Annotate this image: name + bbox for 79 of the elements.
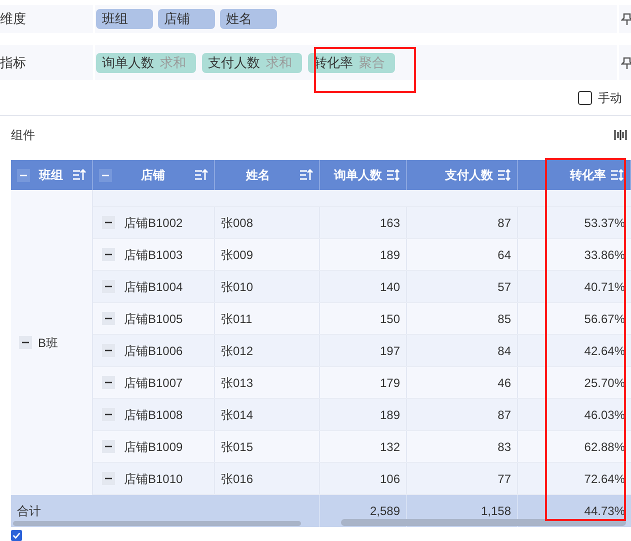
collapse-icon[interactable] xyxy=(102,280,115,293)
pin-icon[interactable] xyxy=(621,12,631,26)
sort-ascending-icon[interactable] xyxy=(194,169,208,181)
total-cell-text: 44.73% xyxy=(583,503,626,520)
store-name: 店铺B1005 xyxy=(124,310,183,328)
table-cell: 46 xyxy=(407,367,518,398)
measure-chip[interactable]: 询单人数 求和 xyxy=(96,52,196,72)
dimension-chip[interactable]: 班组 xyxy=(96,9,153,29)
table-cell-text: 33.86% xyxy=(583,246,626,264)
collapse-icon[interactable] xyxy=(102,472,115,485)
store-name: 店铺B1002 xyxy=(124,214,183,232)
table-cell: 163 xyxy=(320,207,407,238)
table-cell: 77 xyxy=(407,463,518,494)
collapse-icon[interactable] xyxy=(102,376,115,389)
table-cell: 64 xyxy=(407,239,518,270)
store-name: 店铺B1010 xyxy=(124,470,183,488)
sort-ascending-icon[interactable] xyxy=(72,169,86,181)
table-cell-text: 56.67% xyxy=(583,310,626,328)
scrollbar[interactable] xyxy=(13,521,301,526)
scrollbar[interactable] xyxy=(341,519,626,526)
measure-chip[interactable]: 支付人数 求和 xyxy=(202,52,302,72)
sort-icon[interactable] xyxy=(497,169,511,181)
column-settings-icon[interactable] xyxy=(614,129,627,141)
store-name: 店铺B1004 xyxy=(124,278,183,296)
table-cell-text: 72.64% xyxy=(583,470,626,488)
table-cell: 197 xyxy=(320,335,407,366)
table-cell: 张009 xyxy=(215,239,320,270)
table-cell-text: 62.88% xyxy=(583,438,626,456)
collapse-icon[interactable] xyxy=(102,440,115,453)
table-cell-text: 40.71% xyxy=(583,278,626,296)
section-label: 维度 xyxy=(0,10,27,28)
store-name: 店铺B1009 xyxy=(124,438,183,456)
table-cell: 张016 xyxy=(215,463,320,494)
table-cell: 张008 xyxy=(215,207,320,238)
table-cell: 140 xyxy=(320,271,407,302)
section-label: 指标 xyxy=(0,54,27,72)
section-title: 组件 xyxy=(11,127,35,144)
checkbox[interactable] xyxy=(11,530,22,541)
table-cell: 189 xyxy=(320,399,407,430)
table-cell: 张010 xyxy=(215,271,320,302)
collapse-icon[interactable] xyxy=(102,248,115,261)
checkbox-label: 手动 xyxy=(598,90,623,106)
collapse-icon[interactable] xyxy=(102,216,115,229)
table-cell: 85 xyxy=(407,303,518,334)
store-name: 店铺B1003 xyxy=(124,246,183,264)
table-cell: 张013 xyxy=(215,367,320,398)
group-label: B班 xyxy=(38,334,58,352)
table-cell: 189 xyxy=(320,239,407,270)
dimension-chip[interactable]: 姓名 xyxy=(220,9,277,29)
table-cell-text: 42.64% xyxy=(583,342,626,360)
table-cell: 87 xyxy=(407,399,518,430)
table-cell: 106 xyxy=(320,463,407,494)
table-cell: 84 xyxy=(407,335,518,366)
store-name: 店铺B1008 xyxy=(124,406,183,424)
collapse-icon[interactable] xyxy=(102,344,115,357)
collapse-icon[interactable] xyxy=(19,336,32,349)
table-cell: 张014 xyxy=(215,399,320,430)
store-name: 店铺B1007 xyxy=(124,374,183,392)
collapse-icon[interactable] xyxy=(102,312,115,325)
pin-icon[interactable] xyxy=(621,56,631,70)
table-cell: 87 xyxy=(407,207,518,238)
sort-icon[interactable] xyxy=(386,169,400,181)
table-cell: 张012 xyxy=(215,335,320,366)
table-cell: 张015 xyxy=(215,431,320,462)
table-cell: 57 xyxy=(407,271,518,302)
table-cell-text: 25.70% xyxy=(583,374,626,392)
table-cell: 150 xyxy=(320,303,407,334)
table-cell: 132 xyxy=(320,431,407,462)
collapse-icon[interactable] xyxy=(102,408,115,421)
table-cell: 张011 xyxy=(215,303,320,334)
sort-ascending-icon[interactable] xyxy=(299,169,313,181)
table-cell-text: 53.37% xyxy=(583,214,626,232)
sort-icon[interactable] xyxy=(610,169,624,181)
table-cell: 83 xyxy=(407,431,518,462)
dimension-chip[interactable]: 店铺 xyxy=(158,9,215,29)
table-cell-text: 46.03% xyxy=(583,406,626,424)
store-name: 店铺B1006 xyxy=(124,342,183,360)
checkbox[interactable] xyxy=(578,90,592,104)
table-cell: 179 xyxy=(320,367,407,398)
